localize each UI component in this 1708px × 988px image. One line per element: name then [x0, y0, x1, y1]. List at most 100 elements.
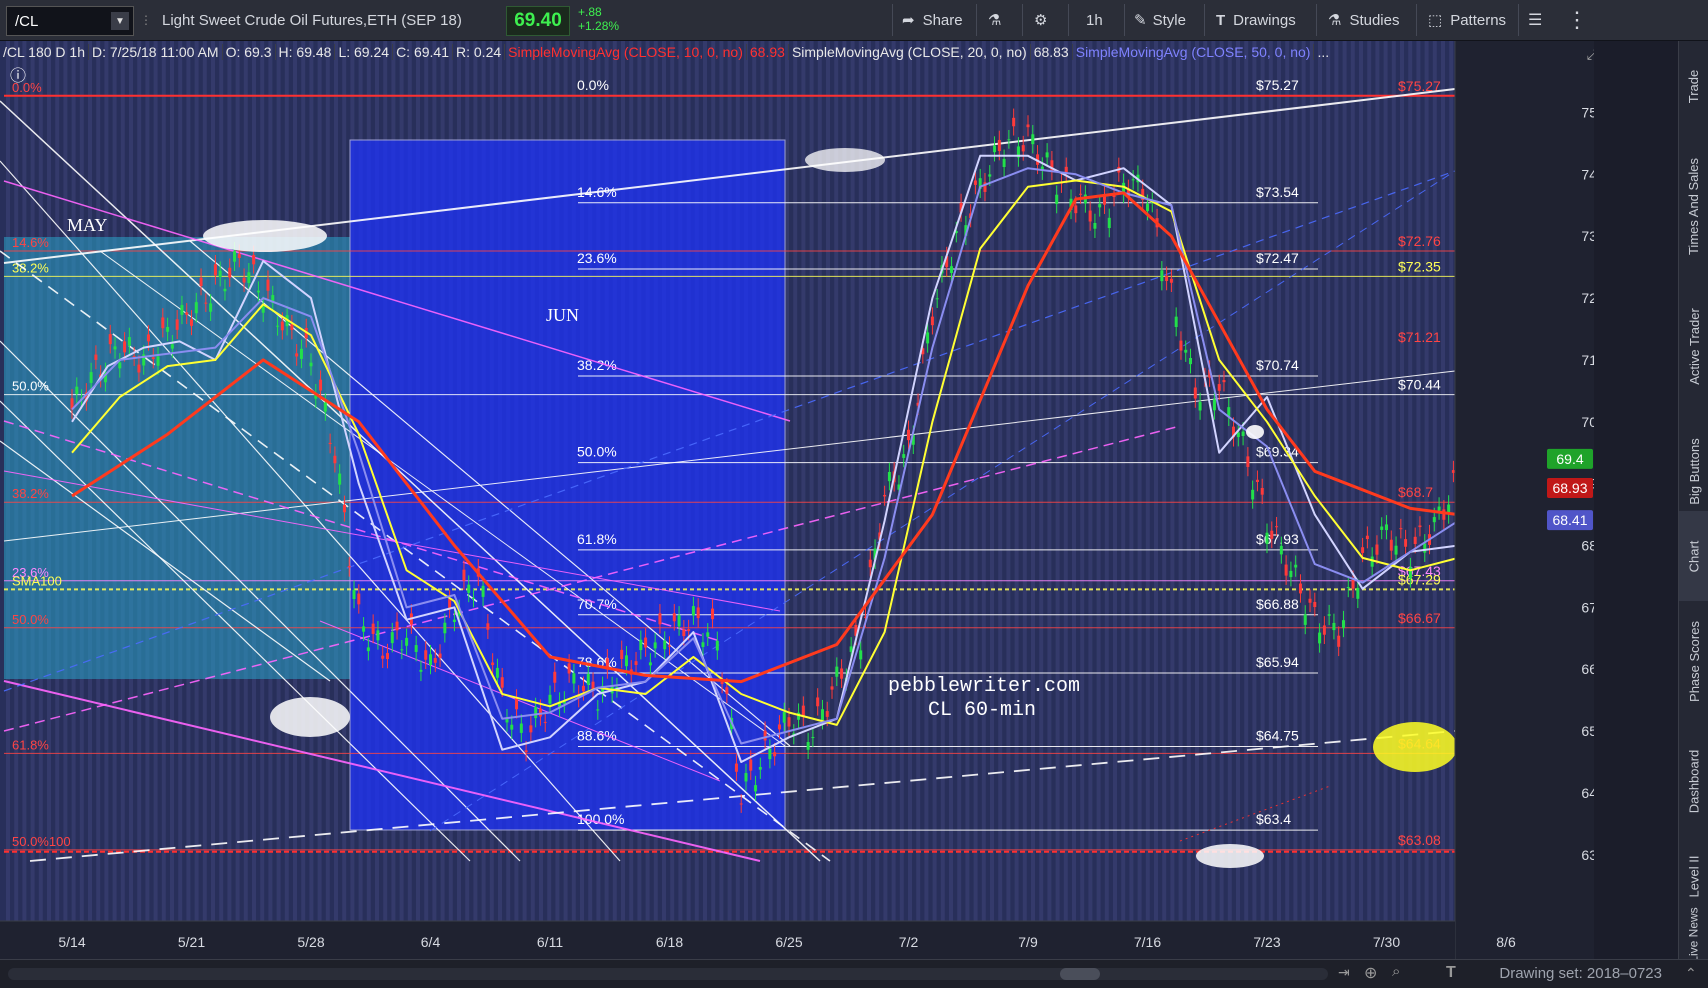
share-button[interactable]: ➦ Share — [902, 0, 963, 40]
style-button[interactable]: ✎ Style — [1134, 0, 1186, 40]
zoom-icon[interactable]: ⌕ — [1392, 963, 1400, 980]
chevron-down-icon[interactable]: ▼ — [111, 12, 129, 30]
level-label: 14.6% — [12, 235, 49, 250]
candle-body — [548, 694, 552, 704]
sma10-label[interactable]: SimpleMovingAvg (CLOSE, 10, 0, no) — [505, 44, 747, 60]
candle-body — [75, 386, 79, 395]
candle-body — [734, 763, 738, 772]
session-stripe — [1178, 41, 1183, 959]
candle-body — [687, 629, 691, 632]
info-more[interactable]: ... — [1314, 44, 1332, 60]
settings-button[interactable]: ⚙ — [1034, 0, 1047, 40]
symbol-input[interactable]: /CL ▼ — [6, 6, 134, 36]
session-stripe — [1326, 41, 1331, 959]
link-icon[interactable]: ⋮ — [139, 0, 153, 40]
candle-body — [252, 254, 256, 265]
tab-times-and-sales[interactable]: Times And Sales — [1679, 141, 1708, 271]
session-stripe — [1350, 41, 1355, 959]
tab-big-buttons[interactable]: Big Buttons — [1679, 421, 1708, 521]
studies-label: Studies — [1349, 11, 1400, 29]
studies-button[interactable]: ⚗ Studies — [1328, 0, 1400, 40]
share-label: Share — [922, 11, 963, 29]
candle-body — [1165, 275, 1169, 281]
y-tick-label: 72 — [1581, 290, 1594, 306]
info-low: L: 69.24 — [335, 44, 394, 60]
menu-icon[interactable]: ☰ — [1528, 0, 1542, 40]
candle-body — [658, 613, 662, 625]
session-stripe — [883, 41, 888, 959]
tab-phase-scores[interactable]: Phase Scores — [1679, 601, 1708, 721]
chart-area[interactable]: 0.0% $75.27 14.6% $73.54 23.6% $72.47 38.2% $70… — [0, 41, 1594, 959]
patterns-button[interactable]: ⬚ Patterns — [1428, 0, 1506, 40]
x-tick-label: 7/23 — [1253, 934, 1280, 950]
candle-body — [1279, 545, 1283, 555]
candle-body — [930, 316, 934, 326]
session-stripe — [1449, 41, 1454, 959]
x-tick-label: 6/18 — [656, 934, 683, 950]
price-axis-bg — [1455, 41, 1594, 959]
candle-body — [1361, 547, 1365, 553]
more-icon[interactable]: ⋮ — [1566, 0, 1588, 40]
tab-level-ii[interactable]: Level II — [1679, 841, 1708, 911]
candle-body — [782, 711, 786, 723]
y-tick-label: 68 — [1581, 538, 1594, 554]
candle-body — [758, 767, 762, 770]
candle-body — [543, 721, 547, 723]
candle-body — [648, 662, 652, 666]
price-badge-label: 69.4 — [1556, 451, 1583, 467]
candle-body — [1346, 586, 1350, 588]
session-stripe — [924, 41, 929, 959]
crosshair-icon[interactable]: ⊕ — [1364, 963, 1377, 983]
candle-body — [1007, 139, 1011, 141]
candle-body — [859, 650, 863, 660]
candle-body — [997, 139, 1001, 152]
candle-body — [883, 495, 887, 497]
session-stripe — [990, 41, 994, 959]
tab-trade[interactable]: Trade — [1679, 51, 1708, 121]
level-label: 50.0%100 — [12, 834, 71, 849]
candle-body — [644, 637, 648, 648]
scroll-thumb[interactable] — [1060, 968, 1100, 980]
scroll-right-icon[interactable]: ⇥ — [1338, 964, 1350, 981]
drawings-button[interactable]: T Drawings — [1216, 0, 1296, 40]
candle-body — [242, 277, 246, 283]
chevron-icon[interactable]: ⌃ — [1685, 965, 1697, 982]
session-stripe — [850, 41, 855, 959]
candle-body — [443, 622, 447, 634]
sma50-label[interactable]: SimpleMovingAvg (CLOSE, 50, 0, no) — [1073, 44, 1315, 60]
candle-body — [500, 677, 504, 688]
sma20-label[interactable]: SimpleMovingAvg (CLOSE, 20, 0, no) — [789, 44, 1031, 60]
timeframe-button[interactable]: 1h — [1086, 0, 1103, 40]
session-stripe — [826, 41, 830, 959]
price-chart[interactable]: 0.0% $75.27 14.6% $73.54 23.6% $72.47 38.2% $70… — [0, 41, 1594, 959]
tab-active-trader[interactable]: Active Trader — [1679, 291, 1708, 401]
candle-body — [706, 632, 710, 637]
month-label-may: MAY — [67, 215, 107, 235]
candle-body — [166, 327, 170, 332]
session-stripe — [1047, 41, 1052, 959]
candle-body — [1179, 340, 1183, 351]
session-stripe — [834, 41, 839, 959]
candle-body — [1298, 583, 1302, 594]
session-stripe — [875, 41, 880, 959]
studies-icon: ⚗ — [1328, 12, 1342, 29]
tab-chart[interactable]: Chart — [1679, 511, 1708, 601]
tab-dashboard[interactable]: Dashboard — [1679, 731, 1708, 831]
candle-body — [993, 145, 997, 153]
candle-body — [1251, 489, 1255, 500]
horizontal-scrollbar[interactable] — [8, 968, 1328, 980]
candle-body — [204, 302, 208, 304]
flask-button[interactable]: ⚗ — [988, 0, 1001, 40]
candle-body — [1160, 270, 1164, 282]
candle-body — [653, 642, 657, 649]
candle-body — [266, 279, 270, 291]
candle-body — [696, 607, 700, 619]
candle-body — [237, 253, 241, 259]
session-stripe — [1186, 41, 1191, 959]
text-tool-icon[interactable]: T — [1446, 964, 1456, 982]
patterns-label: Patterns — [1450, 11, 1507, 29]
session-stripe — [916, 41, 921, 959]
x-tick-label: 7/16 — [1134, 934, 1161, 950]
tab-live-news[interactable]: Live News — [1679, 907, 1708, 962]
candle-body — [280, 321, 284, 331]
